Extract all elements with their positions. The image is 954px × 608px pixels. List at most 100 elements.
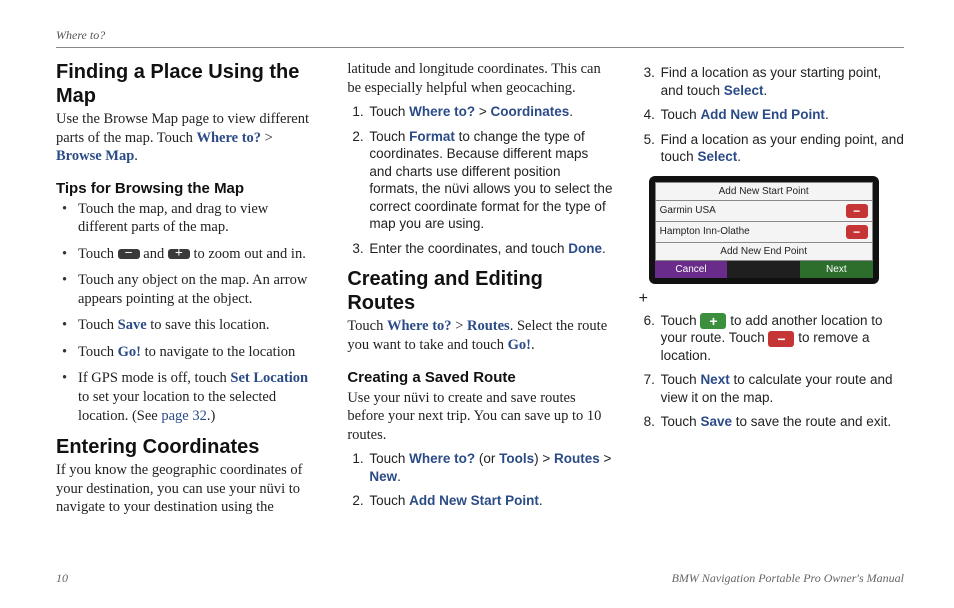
heading-entering-coords: Entering Coordinates — [56, 435, 321, 459]
running-header: Where to? — [56, 28, 904, 43]
sr-step-7: Touch Next to calculate your route and v… — [659, 371, 904, 406]
link-where-to[interactable]: Where to? — [409, 104, 475, 119]
sr-step-1: Touch Where to? (or Tools) > Routes > Ne… — [367, 450, 612, 485]
link-go[interactable]: Go! — [118, 344, 141, 360]
tip-zoom: Touch − and + to zoom out and in. — [62, 245, 321, 264]
text: to change the type of coordinates. Becau… — [369, 129, 612, 232]
device-next-button[interactable]: Next — [800, 261, 873, 278]
saved-route-steps-b: Find a location as your starting point, … — [639, 64, 904, 166]
link-routes-2[interactable]: Routes — [554, 451, 600, 466]
device-row-start[interactable]: Add New Start Point — [655, 182, 873, 201]
link-where-to-2[interactable]: Where to? — [387, 318, 452, 334]
header-rule — [56, 47, 904, 48]
device-frame: Add New Start Point Garmin USA − Hampton … — [649, 176, 879, 284]
device-row-hampton[interactable]: Hampton Inn-Olathe − — [655, 222, 873, 243]
tip-drag: Touch the map, and drag to view differen… — [62, 200, 321, 237]
text: Touch — [369, 493, 409, 508]
device-add-icon[interactable]: + — [639, 290, 904, 308]
sr-step-4: Touch Add New End Point. — [659, 106, 904, 124]
link-select-1[interactable]: Select — [724, 83, 764, 98]
text: . — [602, 241, 606, 256]
manual-title: BMW Navigation Portable Pro Owner's Manu… — [672, 571, 904, 586]
text: . — [764, 83, 768, 98]
coords-step-2: Touch Format to change the type of coord… — [367, 128, 612, 233]
sr-step-2: Touch Add New Start Point. — [367, 492, 612, 510]
link-routes[interactable]: Routes — [467, 318, 510, 334]
minus-icon: − — [118, 249, 140, 259]
heading-tips: Tips for Browsing the Map — [56, 180, 321, 197]
column-2: latitude and longitude coordinates. This… — [347, 60, 612, 523]
link-browse-map[interactable]: Browse Map — [56, 148, 134, 164]
link-new[interactable]: New — [369, 469, 397, 484]
sr-step-3: Find a location as your starting point, … — [659, 64, 904, 99]
text: to save the route and exit. — [732, 414, 891, 429]
column-3: Find a location as your starting point, … — [639, 60, 904, 523]
text: Touch — [661, 107, 701, 122]
text: Touch — [347, 318, 387, 334]
link-page32[interactable]: page 32 — [161, 408, 207, 424]
link-format[interactable]: Format — [409, 129, 455, 144]
device-label: Hampton Inn-Olathe — [660, 226, 750, 237]
device-footer-spacer — [727, 261, 800, 278]
text: > — [475, 104, 490, 119]
remove-icon[interactable]: − — [768, 331, 794, 347]
text: Enter the coordinates, and touch — [369, 241, 568, 256]
para-coords-cont: latitude and longitude coordinates. This… — [347, 60, 612, 97]
text: Touch — [369, 104, 409, 119]
device-row-garmin[interactable]: Garmin USA − — [655, 201, 873, 222]
link-go-2[interactable]: Go! — [508, 337, 531, 353]
text: to save this location. — [147, 317, 270, 333]
link-set-location[interactable]: Set Location — [230, 370, 308, 386]
device-cancel-button[interactable]: Cancel — [655, 261, 728, 278]
add-icon[interactable]: + — [700, 313, 726, 329]
link-save[interactable]: Save — [700, 414, 732, 429]
remove-icon[interactable]: − — [846, 204, 868, 218]
para-routes: Touch Where to? > Routes. Select the rou… — [347, 317, 612, 354]
device-label: Garmin USA — [660, 205, 716, 216]
link-done[interactable]: Done — [568, 241, 602, 256]
content-columns: Finding a Place Using the Map Use the Br… — [56, 60, 904, 523]
text: . — [825, 107, 829, 122]
saved-route-steps-c: Touch + to add another location to your … — [639, 312, 904, 431]
text: .) — [207, 408, 215, 424]
text: > — [600, 451, 612, 466]
column-1: Finding a Place Using the Map Use the Br… — [56, 60, 321, 523]
tip-save: Touch Save to save this location. — [62, 316, 321, 335]
link-save[interactable]: Save — [118, 317, 147, 333]
link-where-to[interactable]: Where to? — [196, 130, 261, 146]
sr-step-8: Touch Save to save the route and exit. — [659, 413, 904, 431]
text: ) > — [534, 451, 554, 466]
sr-step-6: Touch + to add another location to your … — [659, 312, 904, 365]
link-next[interactable]: Next — [700, 372, 729, 387]
text: Find a location as your starting point, … — [661, 65, 882, 98]
device-label: Add New Start Point — [719, 186, 809, 197]
page: Where to? Finding a Place Using the Map … — [0, 0, 954, 608]
text: . — [134, 148, 138, 164]
link-select-2[interactable]: Select — [697, 149, 737, 164]
link-where-to-3[interactable]: Where to? — [409, 451, 475, 466]
text: (or — [475, 451, 499, 466]
heading-saved-route: Creating a Saved Route — [347, 369, 612, 386]
coords-steps: Touch Where to? > Coordinates. Touch For… — [347, 103, 612, 257]
para-coords: If you know the geographic coordinates o… — [56, 461, 321, 517]
heading-finding-place: Finding a Place Using the Map — [56, 60, 321, 108]
device-screenshot: Add New Start Point Garmin USA − Hampton … — [639, 176, 904, 308]
text: . — [569, 104, 573, 119]
para-saved-route: Use your nüvi to create and save routes … — [347, 389, 612, 445]
text: . — [737, 149, 741, 164]
link-coordinates[interactable]: Coordinates — [491, 104, 570, 119]
remove-icon[interactable]: − — [846, 225, 868, 239]
tip-set-location: If GPS mode is off, touch Set Location t… — [62, 369, 321, 425]
link-add-start[interactable]: Add New Start Point — [409, 493, 539, 508]
text: to navigate to the location — [141, 344, 295, 360]
text: Touch — [369, 129, 409, 144]
saved-route-steps-a: Touch Where to? (or Tools) > Routes > Ne… — [347, 450, 612, 510]
page-footer: 10 BMW Navigation Portable Pro Owner's M… — [56, 571, 904, 586]
link-tools[interactable]: Tools — [499, 451, 534, 466]
device-row-end[interactable]: Add New End Point — [655, 243, 873, 261]
coords-step-3: Enter the coordinates, and touch Done. — [367, 240, 612, 258]
text: . — [539, 493, 543, 508]
link-add-end[interactable]: Add New End Point — [700, 107, 825, 122]
text: Touch — [661, 372, 701, 387]
para-finding: Use the Browse Map page to view differen… — [56, 110, 321, 166]
